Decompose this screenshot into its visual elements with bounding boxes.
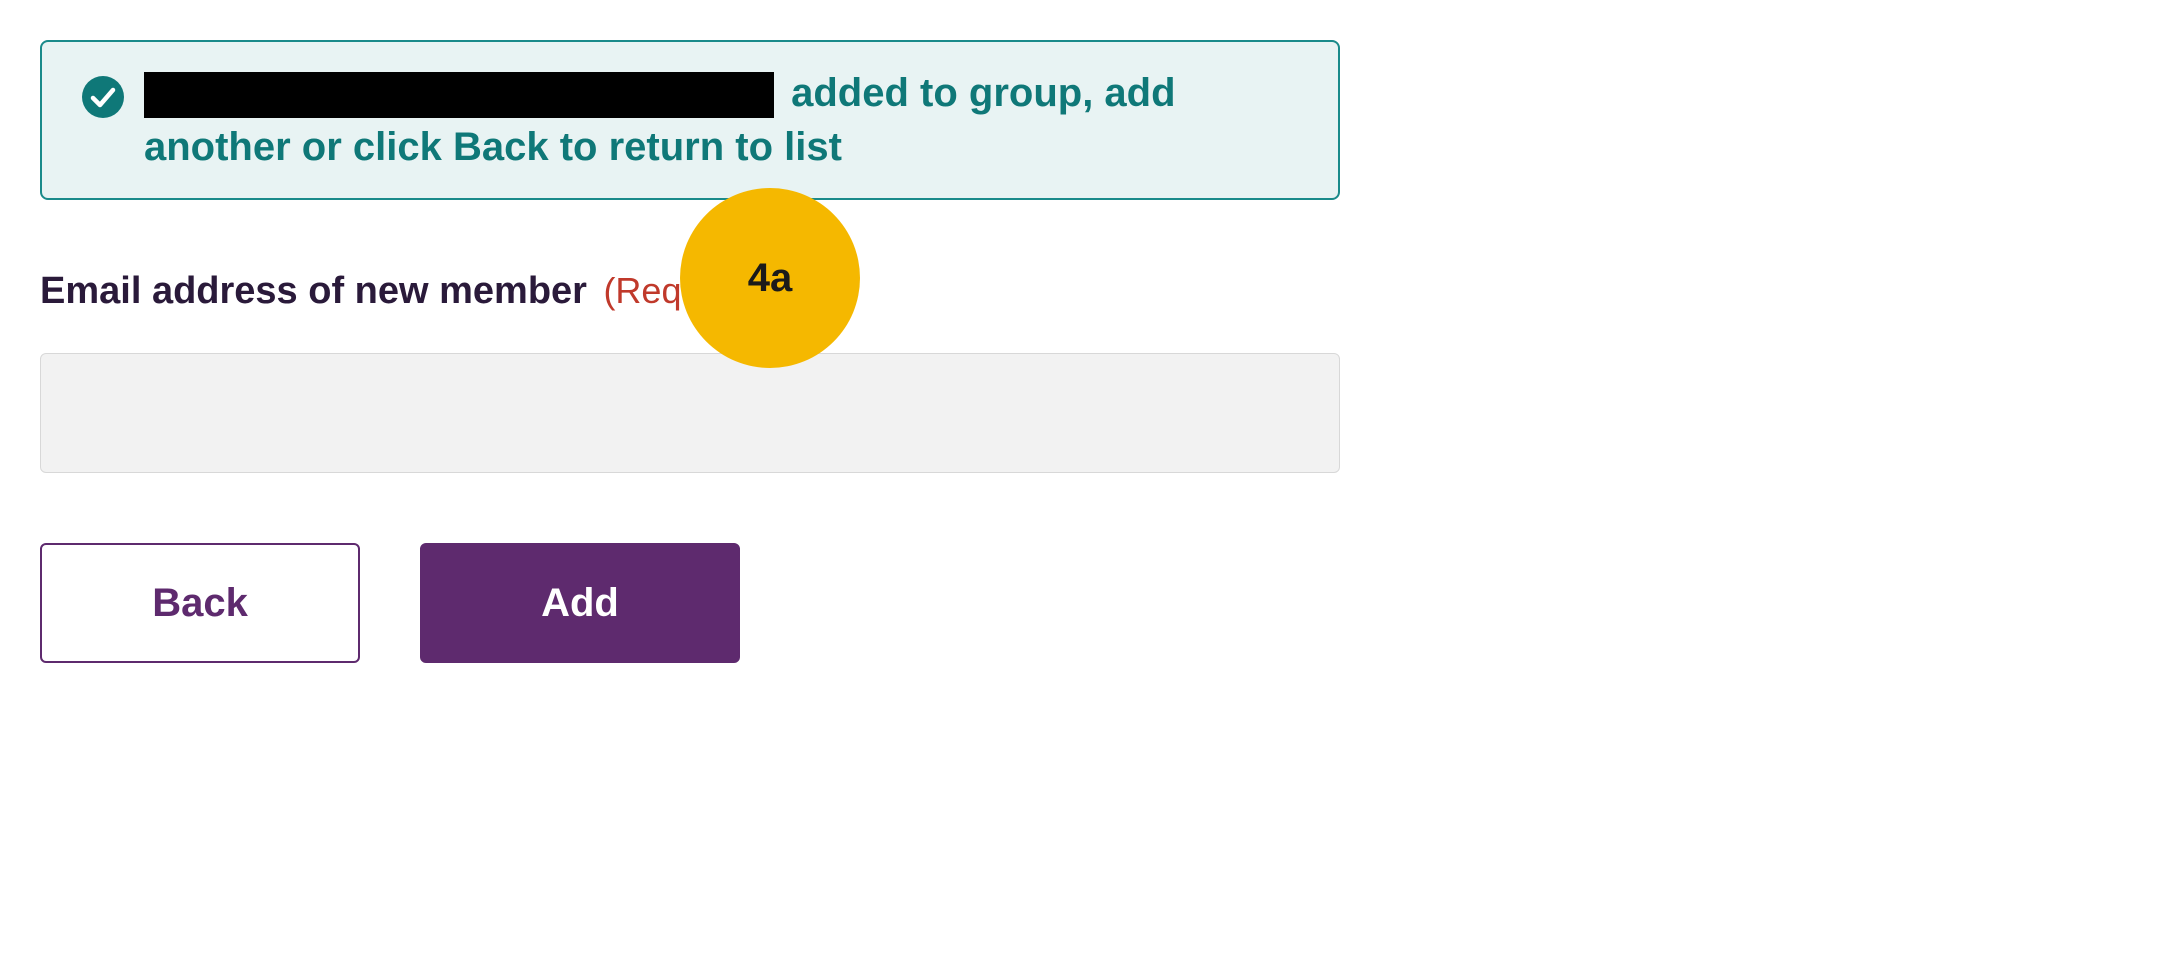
button-row: Back Add — [40, 543, 1340, 663]
annotation-badge-text: 4a — [748, 256, 793, 301]
add-button-label: Add — [541, 581, 619, 626]
success-alert: added to group, add another or click Bac… — [40, 40, 1340, 200]
email-field-group: Email address of new member (Required) 4… — [40, 270, 1340, 473]
form-container: added to group, add another or click Bac… — [40, 40, 1340, 663]
redacted-block — [144, 72, 774, 118]
back-button-label: Back — [152, 581, 248, 626]
back-button[interactable]: Back — [40, 543, 360, 663]
add-button[interactable]: Add — [420, 543, 740, 663]
email-label: Email address of new member — [40, 270, 587, 312]
alert-message: added to group, add another or click Bac… — [144, 66, 1298, 174]
annotation-badge: 4a — [680, 188, 860, 368]
email-input[interactable] — [40, 353, 1340, 473]
checkmark-icon — [82, 76, 124, 123]
